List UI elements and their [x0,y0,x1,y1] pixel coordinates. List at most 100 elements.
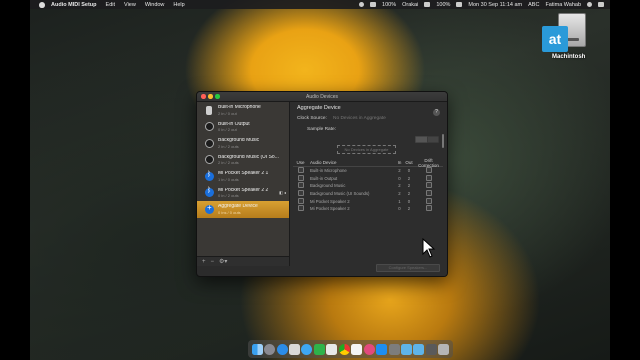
wifi-icon[interactable] [424,2,431,7]
table-row: Mi Pocket Speaker 2 1 0 [293,197,443,205]
mail-icon[interactable] [289,343,301,355]
device-channels: 1 in / 0 outs [218,176,239,182]
user-name[interactable]: Fatima Wahab [545,2,581,8]
drift-checkbox[interactable] [425,205,432,212]
table-row: Built-in Output 0 2 [293,174,443,183]
folder-icon[interactable] [413,343,425,355]
configure-speakers-button[interactable]: Configure Speakers... [376,264,440,272]
sample-rate-stepper[interactable] [427,136,439,143]
device-item-selected[interactable]: Aggregate Device0 ins / 0 outs [197,201,289,218]
menu-edit[interactable]: Edit [106,2,115,8]
finder-icon[interactable] [251,343,263,355]
detail-title: Aggregate Device [297,105,341,111]
device-item[interactable]: Background Music 2 in / 2 outs [197,135,289,152]
device-name: Aggregate Device [218,204,258,209]
device-item[interactable]: Built-in Microphone 2 in / 0 out [197,102,289,119]
window-title: Audio Devices [306,93,338,100]
use-checkbox[interactable] [297,182,304,189]
facetime-icon[interactable] [313,343,325,355]
device-item[interactable]: Mi Pocket Speaker 2 11 in / 0 outs [197,168,289,185]
speaker-icon [205,122,214,132]
search-icon[interactable] [587,2,592,7]
trash-icon[interactable] [438,343,450,355]
microphone-icon [206,105,212,115]
row-out: 0 [407,198,411,204]
device-channels: 0 ins / 0 outs [218,209,241,215]
table-header: Use Audio Device In Out Drift Correction [293,158,443,168]
launchpad-icon[interactable] [264,343,276,355]
dock [248,340,453,358]
menu-app-name[interactable]: Audio MIDI Setup [51,2,97,8]
window-controls [201,94,222,99]
device-name: Mi Pocket Speaker 2 1 [218,171,269,176]
battery-percent[interactable]: 100% [382,2,396,8]
zoom-button[interactable] [215,94,220,99]
row-out: 0 [407,168,411,174]
calendar-icon[interactable] [351,343,363,355]
table-row: Built-in Microphone 2 0 [293,167,443,175]
device-item[interactable]: Built-in Output 0 in / 2 out [197,119,289,136]
messages-icon[interactable] [301,343,313,355]
col-drift-correction[interactable]: Drift Correction [414,158,443,168]
remove-device-button[interactable]: − [211,259,215,265]
minimize-button[interactable] [208,94,213,99]
clock[interactable]: Mon 30 Sep 11:14 am [468,2,522,8]
device-name: Background Music [218,138,260,143]
sample-rate-label: Sample Rate: [307,127,337,132]
col-audio-device[interactable]: Audio Device [308,160,395,165]
menu-list-icon[interactable] [598,2,604,7]
input-source[interactable]: ABC [528,2,539,8]
app-store-icon[interactable] [376,343,388,355]
scrollbar[interactable] [442,134,444,148]
volume-icon[interactable] [456,2,463,7]
hard-drive-label[interactable]: Machintosh [552,54,585,60]
record-icon[interactable] [359,2,365,7]
battery-icon[interactable] [370,2,377,7]
row-in: 0 [398,206,401,212]
drift-checkbox[interactable] [425,197,432,204]
row-in: 2 [398,183,401,189]
use-checkbox[interactable] [297,174,304,181]
menu-help[interactable]: Help [173,2,184,8]
drift-checkbox[interactable] [425,182,432,189]
use-checkbox[interactable] [297,167,304,174]
col-use[interactable]: Use [293,160,308,165]
device-item[interactable]: Mi Pocket Speaker 2 20 in / 2 outs ◧ ◂ [197,185,289,202]
apple-icon[interactable] [39,1,45,8]
status-area: 100% Orakai 100% Mon 30 Sep 11:14 am ABC… [353,0,604,9]
use-checkbox[interactable] [297,190,304,197]
col-in[interactable]: In [395,160,404,165]
safari-icon[interactable] [276,343,288,355]
device-item[interactable]: Background Music (UI So... 2 in / 2 outs [197,152,289,169]
drift-checkbox[interactable] [425,174,432,181]
window-titlebar[interactable]: Audio Devices [197,92,447,102]
row-device: Mi Pocket Speaker 2 [310,198,350,204]
speaker-icon [205,155,214,165]
gear-icon[interactable]: ⚙▾ [219,258,227,265]
row-in: 2 [398,191,401,197]
use-checkbox[interactable] [297,205,304,212]
at-logo: at [542,26,568,52]
device-channels: 0 in / 2 outs [218,193,239,198]
use-checkbox[interactable] [297,197,304,204]
audio-midi-icon[interactable] [425,343,437,355]
chrome-icon[interactable] [338,343,350,355]
folder-icon[interactable] [400,343,412,355]
device-channels: 0 in / 2 out [218,127,237,132]
device-list: Built-in Microphone 2 in / 0 out Built-in… [197,102,290,266]
menu-view[interactable]: View [124,2,136,8]
add-device-button[interactable]: + [202,259,206,265]
photos-icon[interactable] [326,343,338,355]
close-button[interactable] [201,94,206,99]
clock-source-select[interactable]: No Devices in Aggregate [333,116,386,121]
drift-checkbox[interactable] [425,190,432,197]
network-name[interactable]: Orakai [402,2,418,8]
itunes-icon[interactable] [363,343,375,355]
col-out[interactable]: Out [404,160,414,165]
system-preferences-icon[interactable] [388,343,400,355]
device-name: Mi Pocket Speaker 2 2 [218,187,269,193]
wifi-strength[interactable]: 100% [436,2,450,8]
menu-window[interactable]: Window [145,2,165,8]
help-button[interactable]: ? [433,109,440,116]
drift-checkbox[interactable] [425,167,432,174]
